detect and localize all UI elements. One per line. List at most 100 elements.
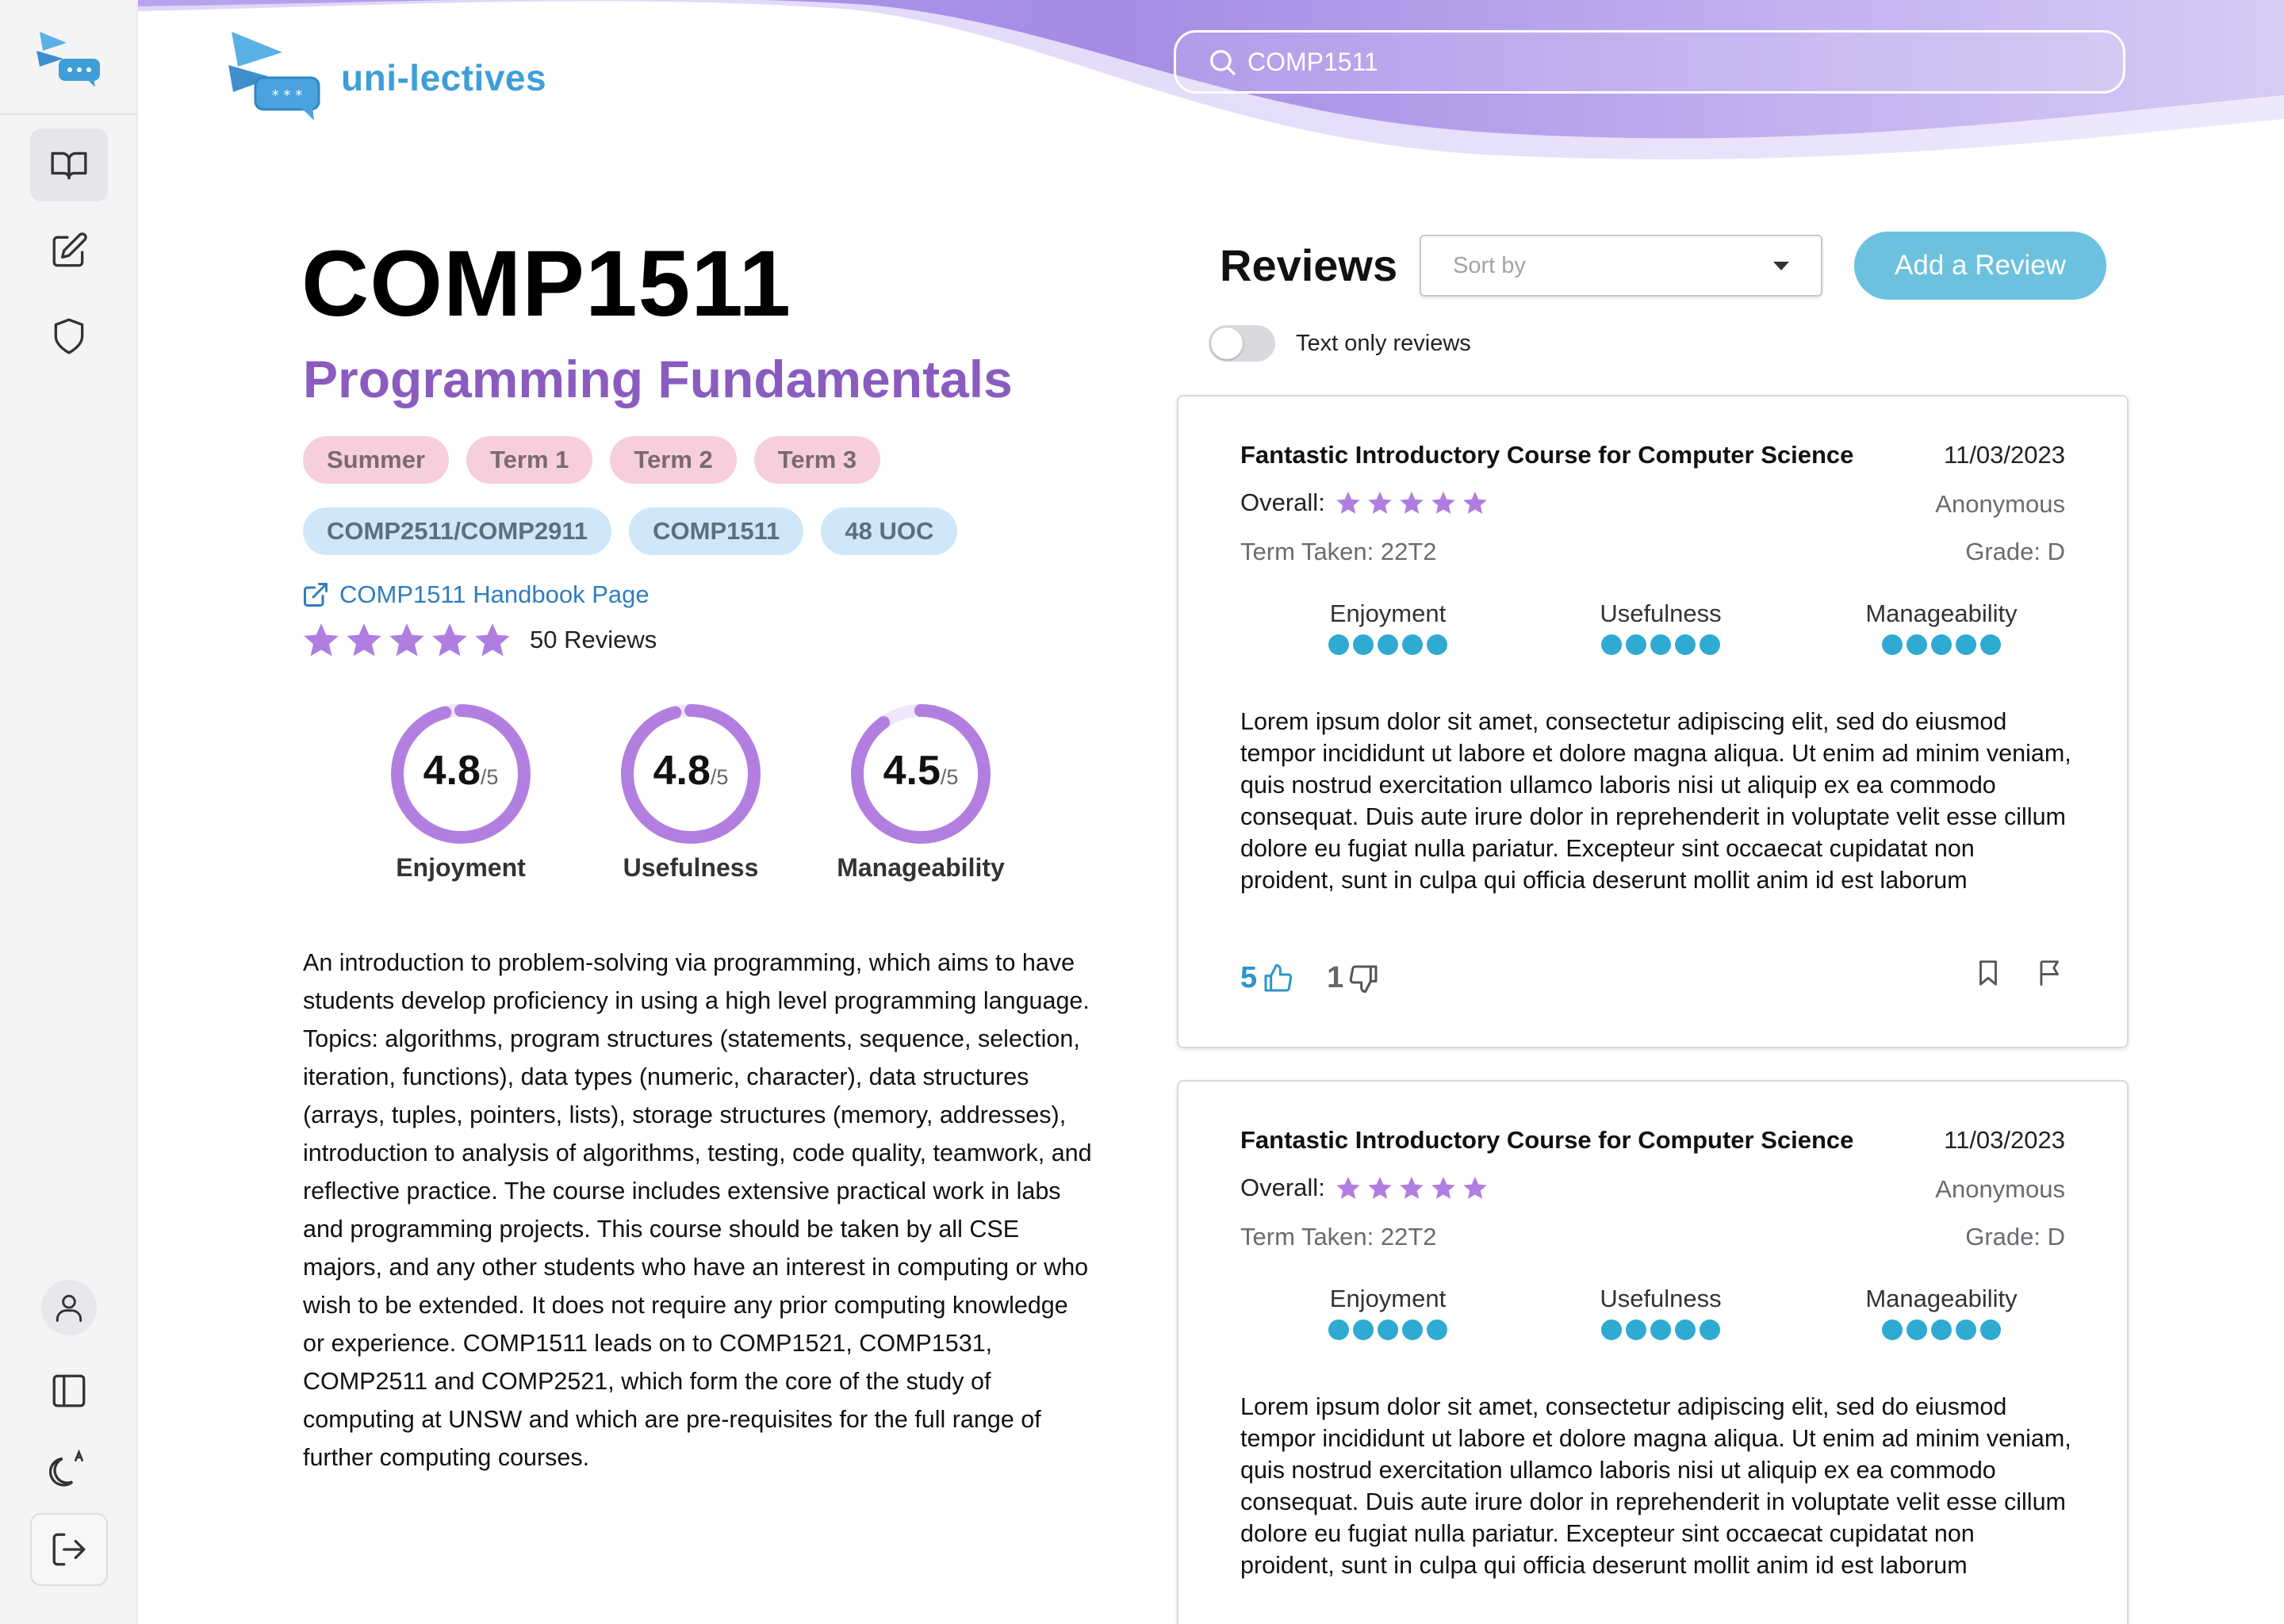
review-term-taken: Term Taken: 22T2 bbox=[1240, 538, 1437, 565]
user-icon bbox=[56, 1294, 82, 1322]
gauge-enjoyment: 4.8/5 Enjoyment bbox=[362, 703, 560, 883]
shield-icon bbox=[54, 318, 84, 354]
external-link-icon bbox=[304, 583, 328, 607]
course-name: Programming Fundamentals bbox=[303, 350, 1013, 408]
metric-label: Manageability bbox=[1865, 599, 2018, 627]
review-metric-usefulness: Usefulness bbox=[1558, 599, 1764, 655]
overall-label: Overall: bbox=[1240, 1174, 1325, 1201]
term-chip-term-1[interactable]: Term 1 bbox=[466, 436, 593, 484]
caret-down-icon bbox=[1773, 261, 1789, 270]
course-description: An introduction to problem-solving via p… bbox=[303, 949, 1092, 1471]
review-card: Fantastic Introductory Course for Comput… bbox=[1177, 1080, 2129, 1624]
review-grade: Grade: D bbox=[1965, 538, 2065, 565]
downvote-count: 1 bbox=[1327, 961, 1344, 994]
sort-dropdown[interactable]: Sort by bbox=[1420, 235, 1822, 297]
review-metric-usefulness: Usefulness bbox=[1558, 1285, 1764, 1340]
search-input[interactable] bbox=[1247, 47, 2104, 77]
review-overall: Overall: bbox=[1240, 1174, 1489, 1202]
dark-mode-icon bbox=[49, 1449, 84, 1487]
star-icon bbox=[1336, 491, 1360, 514]
metric-dots bbox=[1558, 634, 1764, 655]
review-body: Lorem ipsum dolor sit amet, consectetur … bbox=[1240, 1393, 2071, 1579]
sidebar-item-browse-courses[interactable] bbox=[30, 128, 108, 201]
app-logo-icon[interactable] bbox=[32, 27, 106, 89]
metric-label: Usefulness bbox=[1600, 599, 1722, 627]
sidebar-item-theme[interactable] bbox=[30, 1431, 108, 1503]
bookmark-icon[interactable] bbox=[1973, 958, 2003, 988]
review-metric-manageability: Manageability bbox=[1838, 599, 2044, 655]
review-author: Anonymous bbox=[1935, 490, 2065, 518]
brand-name: uni-lectives bbox=[341, 57, 547, 98]
brand-logo-icon: * * * bbox=[228, 32, 320, 121]
review-votes: 5 1 bbox=[1240, 961, 1380, 995]
text-only-toggle[interactable] bbox=[1209, 325, 1275, 362]
course-code: COMP1511 bbox=[301, 232, 791, 336]
edit-icon bbox=[52, 232, 87, 267]
review-title: Fantastic Introductory Course for Comput… bbox=[1240, 441, 1854, 469]
review-overall: Overall: bbox=[1240, 488, 1489, 517]
search-bar[interactable] bbox=[1174, 30, 2125, 94]
star-icon bbox=[1368, 491, 1392, 514]
review-term-taken: Term Taken: 22T2 bbox=[1240, 1223, 1437, 1251]
brand[interactable]: * * * uni-lectives bbox=[227, 29, 546, 122]
tag-chip-course[interactable]: COMP1511 bbox=[629, 508, 804, 555]
sidebar bbox=[0, 0, 138, 1624]
flag-icon[interactable] bbox=[2035, 958, 2065, 988]
sidebar-panel-icon bbox=[52, 1374, 86, 1408]
star-icon bbox=[1400, 1176, 1424, 1199]
star-icon bbox=[389, 623, 424, 657]
star-icon bbox=[347, 623, 381, 657]
thumbs-down-icon bbox=[1350, 965, 1378, 993]
gauge-label: Enjoyment bbox=[396, 853, 526, 882]
review-title: Fantastic Introductory Course for Comput… bbox=[1240, 1126, 1854, 1154]
handbook-link[interactable]: COMP1511 Handbook Page bbox=[301, 580, 650, 609]
metric-dots bbox=[1285, 1320, 1491, 1340]
sidebar-item-profile[interactable] bbox=[41, 1280, 97, 1335]
add-review-button[interactable]: Add a Review bbox=[1854, 232, 2106, 300]
review-date: 11/03/2023 bbox=[1944, 1126, 2065, 1154]
review-body: Lorem ipsum dolor sit amet, consectetur … bbox=[1240, 708, 2071, 894]
book-open-icon bbox=[51, 151, 87, 180]
star-icon bbox=[1336, 1176, 1360, 1199]
reviews-count: 50 Reviews bbox=[530, 626, 657, 653]
star-icon bbox=[475, 623, 510, 657]
sidebar-item-toggle-sidebar[interactable] bbox=[30, 1354, 108, 1427]
sidebar-item-admin[interactable] bbox=[30, 300, 108, 373]
sidebar-item-write-review[interactable] bbox=[30, 214, 108, 287]
metric-label: Usefulness bbox=[1600, 1285, 1722, 1312]
star-icon bbox=[1400, 491, 1424, 514]
star-icon bbox=[304, 623, 339, 657]
gauge-value: 4.5 bbox=[883, 748, 941, 794]
text-only-toggle-row: Text only reviews bbox=[1209, 325, 1471, 362]
gauge-scale: /5 bbox=[480, 765, 499, 789]
thumbs-up-icon bbox=[1264, 963, 1293, 991]
metric-dots bbox=[1838, 634, 2044, 655]
star-icon bbox=[432, 623, 467, 657]
metric-dots bbox=[1285, 634, 1491, 655]
review-author: Anonymous bbox=[1935, 1175, 2065, 1203]
upvote-button[interactable]: 5 bbox=[1240, 961, 1293, 995]
term-chip-term-3[interactable]: Term 3 bbox=[753, 436, 881, 484]
star-icon bbox=[1463, 491, 1487, 514]
sort-placeholder: Sort by bbox=[1453, 252, 1526, 278]
tag-chip-equivalent[interactable]: COMP2511/COMP2911 bbox=[303, 508, 612, 555]
star-icon bbox=[1463, 1176, 1487, 1199]
star-icon bbox=[1431, 1176, 1455, 1199]
term-chip-summer[interactable]: Summer bbox=[303, 436, 450, 484]
star-icon bbox=[1431, 491, 1455, 514]
logout-button[interactable] bbox=[30, 1513, 108, 1586]
svg-text:* * *: * * * bbox=[272, 87, 302, 104]
review-metric-enjoyment: Enjoyment bbox=[1285, 1285, 1491, 1340]
text-only-label: Text only reviews bbox=[1296, 330, 1471, 356]
metric-dots bbox=[1838, 1320, 2044, 1340]
tag-chip-uoc[interactable]: 48 UOC bbox=[821, 508, 958, 555]
term-chip-term-2[interactable]: Term 2 bbox=[610, 436, 737, 484]
metric-label: Manageability bbox=[1865, 1285, 2018, 1312]
downvote-button[interactable]: 1 bbox=[1327, 961, 1380, 995]
course-rating: 50 Reviews bbox=[301, 620, 657, 660]
gauge-value: 4.8 bbox=[653, 748, 711, 794]
reviews-heading: Reviews bbox=[1220, 240, 1398, 290]
gauge-manageability: 4.5/5 Manageability bbox=[822, 703, 1020, 883]
overall-label: Overall: bbox=[1240, 488, 1325, 516]
logout-icon bbox=[52, 1533, 86, 1566]
